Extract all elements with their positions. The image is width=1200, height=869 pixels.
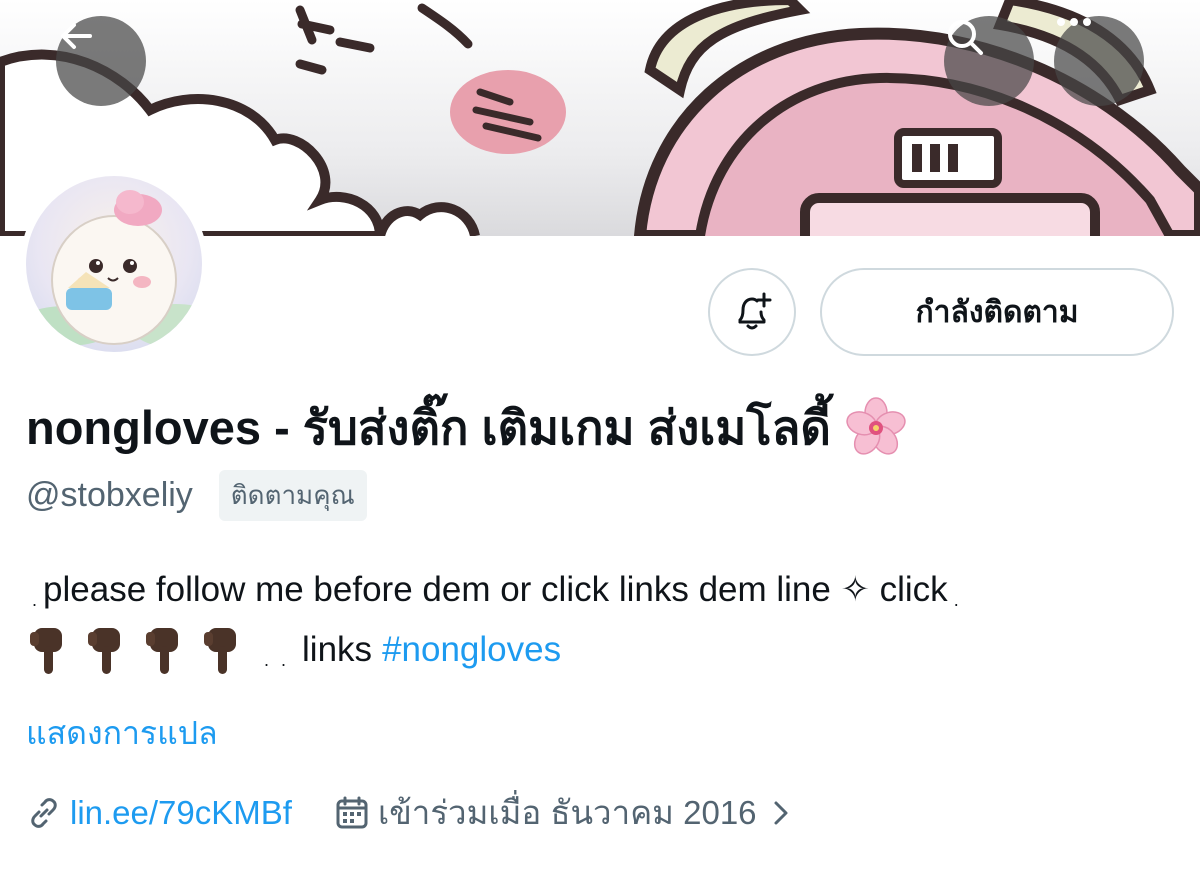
bio-dot-icon: . (953, 590, 959, 610)
bio-line-1: . please follow me before dem or click l… (26, 560, 1176, 620)
bio-dot-icon: . (264, 650, 270, 670)
avatar-image (26, 176, 202, 352)
cherry-blossom-icon (846, 396, 906, 455)
bio-text-1: please follow me before dem or click lin… (43, 570, 948, 609)
notification-toggle-button[interactable] (708, 268, 796, 356)
bio-dot-icon: . (32, 590, 38, 610)
bio-dot-icon: . (281, 650, 287, 670)
joined-date: เข้าร่วมเมื่อ ธันวาคม 2016 (377, 794, 757, 831)
bell-plus-icon (738, 292, 772, 330)
link-icon (31, 797, 57, 828)
more-horizontal-icon (1057, 18, 1091, 26)
bio-line-2: . . links #nongloves (26, 620, 1176, 680)
display-name-text: nongloves - รับส่งติ๊ก เติมเกม ส่งเมโลดี… (26, 401, 831, 454)
profile-avatar[interactable] (20, 170, 208, 358)
user-handle: @stobxeliy (26, 476, 193, 514)
profile-bio: . please follow me before dem or click l… (26, 560, 1176, 680)
back-button[interactable] (56, 16, 146, 106)
chevron-right-icon (774, 801, 788, 824)
search-button[interactable] (944, 16, 1034, 106)
bio-text-2: links (302, 630, 373, 669)
display-name: nongloves - รับส่งติ๊ก เติมเกม ส่งเมโลดี… (26, 390, 907, 465)
following-button[interactable]: กำลังติดตาม (820, 268, 1174, 356)
avatar-illustration (26, 190, 202, 348)
arrow-left-icon (61, 23, 92, 49)
more-options-button[interactable] (1054, 16, 1144, 106)
handle-row: @stobxeliy ติดตามคุณ (26, 470, 367, 521)
profile-meta: lin.ee/79cKMBf เข้าร่วมเมื่อ ธันวาคม 201… (26, 786, 795, 839)
website-link[interactable]: lin.ee/79cKMBf (70, 794, 292, 832)
bio-hashtag-link[interactable]: #nongloves (382, 620, 561, 680)
joined-item[interactable]: เข้าร่วมเมื่อ ธันวาคม 2016 (334, 786, 795, 839)
pointing-down-hand-icon (88, 628, 120, 674)
pointing-down-hand-icon (30, 628, 62, 674)
pointing-down-hand-icon (204, 628, 236, 674)
calendar-icon (336, 796, 368, 828)
search-icon (948, 20, 983, 55)
pointing-down-hand-icon (146, 628, 178, 674)
website-item: lin.ee/79cKMBf (26, 794, 292, 832)
follows-you-badge: ติดตามคุณ (218, 470, 367, 521)
show-translation-link[interactable]: แสดงการแปล (26, 708, 218, 759)
